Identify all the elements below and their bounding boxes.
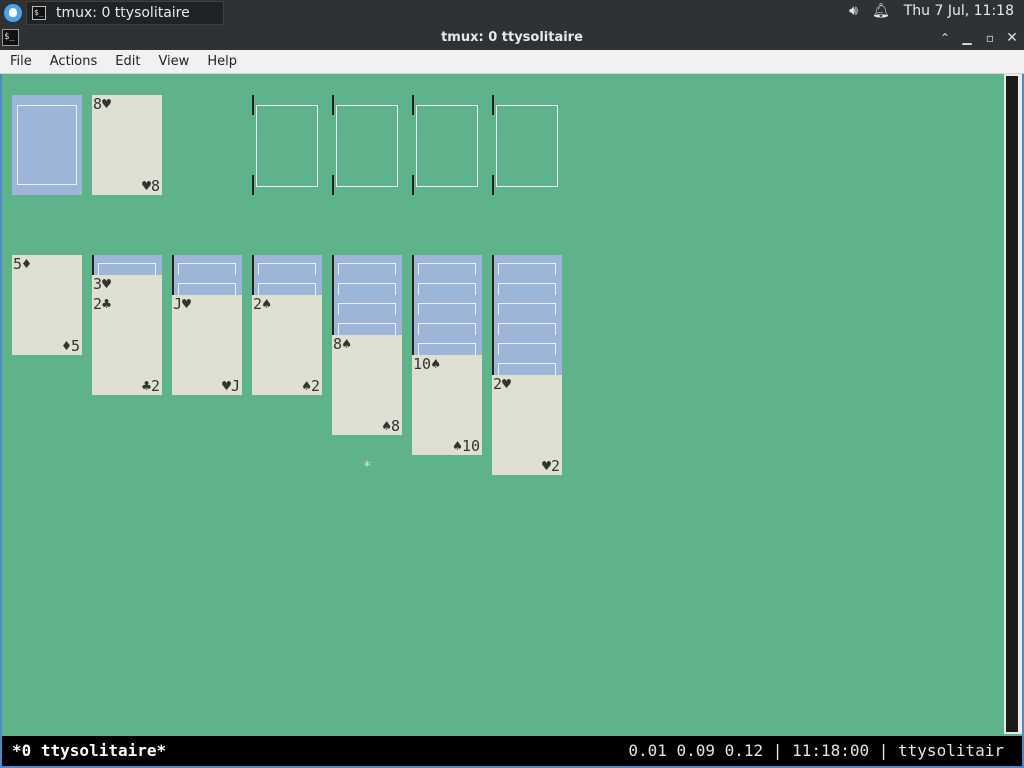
stock-deck[interactable] (12, 95, 82, 195)
notification-bell-icon[interactable]: 🔔︎ (872, 3, 890, 19)
facedown-card (412, 315, 482, 336)
stack-edge (332, 295, 334, 315)
stack-edge (492, 355, 494, 375)
stack-edge (412, 295, 414, 315)
facedown-card (492, 335, 562, 356)
facedown-card (92, 255, 162, 276)
menu-actions[interactable]: Actions (40, 50, 106, 69)
card-label: ♥J (221, 377, 240, 395)
stack-edge (492, 335, 494, 355)
terminal-icon: $_ (32, 6, 46, 20)
window-title: tmux: 0 ttysolitaire (441, 30, 583, 45)
terminal-area[interactable]: 8♥ ♥8 5♦ ♦5 3♥ 2♣ ♣2 J♥ ♥J 2♠ ♠2 8♠ ♠8 10♠ ♠10 2♥ ♥2 *… (0, 74, 1024, 768)
facedown-card (492, 255, 562, 276)
foundation-slot[interactable] (492, 95, 562, 195)
facedown-card (332, 255, 402, 276)
stack-edge (252, 275, 254, 295)
system-tray: 🔊︎ 🔔︎ Thu 7 Jul, 11:18 (849, 3, 1014, 19)
foundation-slot[interactable] (332, 95, 402, 195)
card-label: ♠2 (301, 377, 320, 395)
facedown-card (172, 275, 242, 296)
facedown-card (492, 315, 562, 336)
stack-edge (412, 255, 414, 275)
tableau-card[interactable]: J♥ ♥J (172, 295, 242, 395)
stack-edge (92, 255, 94, 275)
stack-edge (252, 255, 254, 275)
card-label: ♥8 (141, 177, 160, 195)
card-label: ♠8 (381, 417, 400, 435)
tableau-card[interactable]: 2♠ ♠2 (252, 295, 322, 395)
foundation-slot[interactable] (252, 95, 322, 195)
facedown-card (412, 335, 482, 356)
volume-icon[interactable]: 🔊︎ (849, 3, 858, 19)
facedown-card (252, 275, 322, 296)
window-shade-icon[interactable]: ⌃ (936, 29, 954, 47)
facedown-card (252, 255, 322, 276)
tableau-card[interactable]: 2♥ ♥2 (492, 375, 562, 475)
stack-edge (492, 255, 494, 275)
facedown-card (332, 315, 402, 336)
taskbar-button[interactable]: $_ tmux: 0 ttysolitaire (26, 1, 224, 25)
foundation-slot[interactable] (412, 95, 482, 195)
card-label: ♣2 (141, 377, 160, 395)
facedown-card (412, 295, 482, 316)
menu-file[interactable]: File (0, 50, 40, 69)
window-minimize-icon[interactable]: ▁ (958, 29, 976, 47)
taskbar-button-label: tmux: 0 ttysolitaire (56, 5, 190, 21)
facedown-card (332, 275, 402, 296)
card-label: 10♠ (413, 355, 441, 373)
tableau-card[interactable]: 8♠ ♠8 (332, 335, 402, 435)
menu-edit[interactable]: Edit (105, 50, 148, 69)
card-label: 5♦ (13, 255, 32, 273)
tableau-card[interactable]: 2♣ ♣2 (92, 295, 162, 395)
card-label: 2♥ (493, 375, 512, 393)
stack-edge (332, 315, 334, 335)
stack-edge (172, 275, 174, 295)
clock[interactable]: Thu 7 Jul, 11:18 (904, 3, 1014, 19)
window-close-icon[interactable]: ✕ (1003, 29, 1021, 47)
window-titlebar[interactable]: $_ tmux: 0 ttysolitaire ⌃ ▁ ▫ ✕ (0, 26, 1024, 50)
tmux-window-list[interactable]: *0 ttysolitaire* (12, 741, 166, 760)
facedown-card (332, 295, 402, 316)
facedown-card (492, 355, 562, 376)
menu-view[interactable]: View (148, 50, 197, 69)
stack-edge (412, 315, 414, 335)
stack-edge (332, 275, 334, 295)
card-label: 8♠ (333, 335, 352, 353)
board-cursor: * (363, 459, 372, 475)
scrollbar-thumb[interactable] (1006, 76, 1018, 732)
facedown-card (492, 295, 562, 316)
card-label: ♦5 (61, 337, 80, 355)
facedown-card (412, 255, 482, 276)
tmux-status-bar: *0 ttysolitaire* 0.01 0.09 0.12 | 11:18:… (2, 736, 1022, 766)
stack-edge (492, 275, 494, 295)
stack-edge (492, 315, 494, 335)
system-panel: $_ tmux: 0 ttysolitaire 🔊︎ 🔔︎ Thu 7 Jul,… (0, 0, 1024, 26)
card-label: ♠10 (452, 437, 480, 455)
menu-help[interactable]: Help (197, 50, 245, 69)
card-label: 8♥ (93, 95, 112, 113)
tableau-card[interactable]: 10♠ ♠10 (412, 355, 482, 455)
stack-edge (412, 335, 414, 355)
window-maximize-icon[interactable]: ▫ (981, 29, 999, 47)
card-label: ♥2 (541, 457, 560, 475)
facedown-card (492, 275, 562, 296)
stack-edge (172, 255, 174, 275)
facedown-card (172, 255, 242, 276)
stack-edge (332, 255, 334, 275)
card-label: 3♥ (93, 275, 112, 293)
scrollbar[interactable] (1004, 74, 1022, 734)
app-launcher-icon[interactable] (4, 4, 22, 22)
stack-edge (412, 275, 414, 295)
waste-card[interactable]: 8♥ ♥8 (92, 95, 162, 195)
facedown-card (412, 275, 482, 296)
card-label: 2♣ (93, 295, 112, 313)
card-label: 2♠ (253, 295, 272, 313)
tableau-card[interactable]: 5♦ ♦5 (12, 255, 82, 355)
card-label: J♥ (173, 295, 192, 313)
tmux-status-right: 0.01 0.09 0.12 | 11:18:00 | ttysolitair (628, 741, 1004, 760)
menubar: File Actions Edit View Help (0, 50, 1024, 74)
stack-edge (492, 295, 494, 315)
